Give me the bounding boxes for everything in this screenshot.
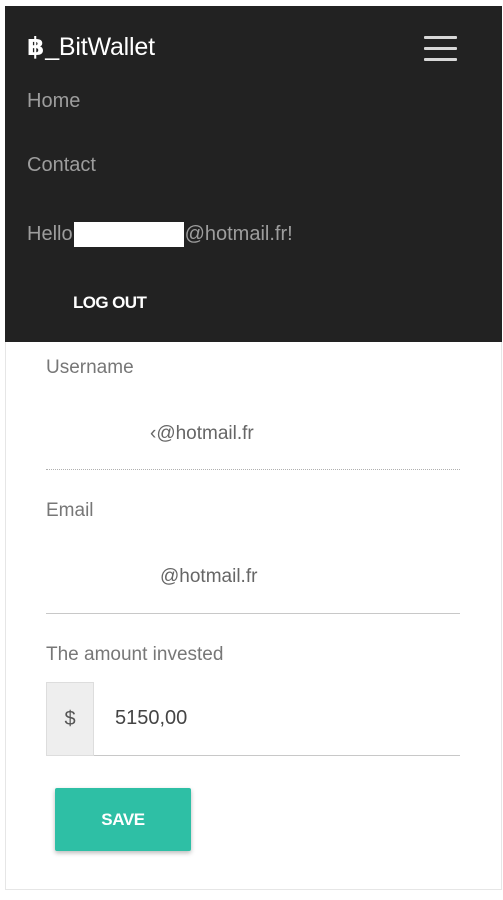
email-field[interactable]: @hotmail.fr — [160, 566, 257, 588]
nav-link-home[interactable]: Home — [27, 90, 80, 113]
hamburger-menu-icon[interactable] — [422, 34, 460, 64]
username-label: Username — [46, 357, 134, 378]
username-field[interactable]: ‹@hotmail.fr — [150, 423, 254, 445]
email-label: Email — [46, 500, 94, 521]
brand-logo[interactable]: ฿ _BitWallet — [27, 32, 155, 62]
redacted-block — [73, 222, 184, 247]
greeting: Hello @hotmail.fr! — [27, 222, 293, 247]
greeting-prefix: Hello — [27, 223, 73, 245]
bitcoin-icon: ฿ — [27, 33, 45, 61]
amount-input[interactable] — [94, 682, 460, 756]
username-underline — [46, 469, 460, 470]
amount-label: The amount invested — [46, 644, 224, 665]
save-button[interactable]: SAVE — [55, 788, 191, 851]
nav-link-contact[interactable]: Contact — [27, 154, 96, 177]
logout-button[interactable]: LOG OUT — [73, 293, 147, 313]
brand-name: _BitWallet — [45, 32, 155, 61]
email-underline — [46, 613, 460, 614]
greeting-email: @hotmail.fr! — [184, 223, 293, 245]
currency-addon: $ — [46, 682, 94, 756]
navbar: ฿ _BitWallet Home Contact Hello @hotmail… — [5, 6, 502, 342]
